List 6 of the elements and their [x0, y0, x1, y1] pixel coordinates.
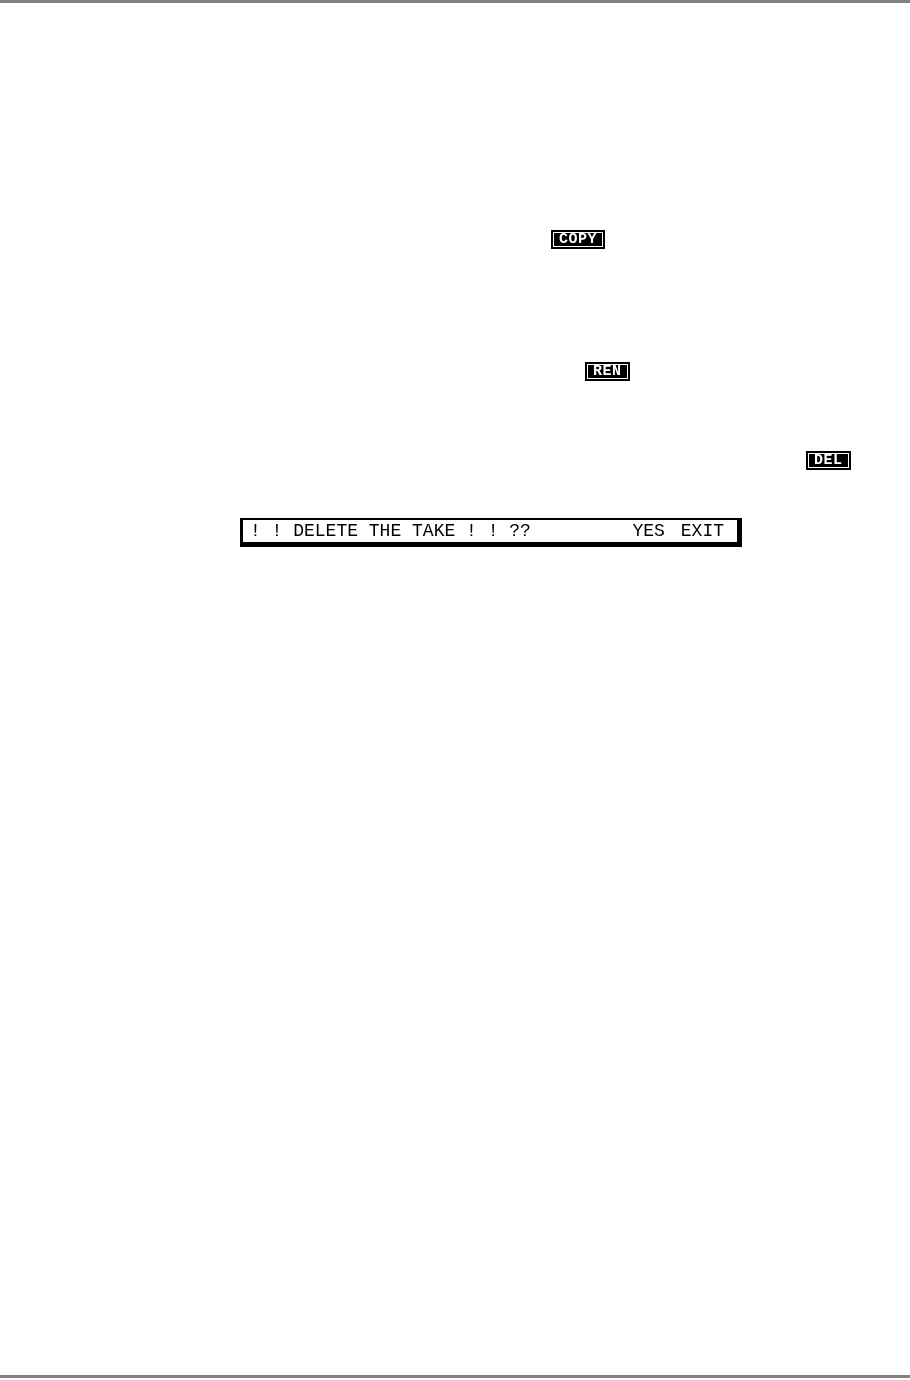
dialog-message: ! ! DELETE THE TAKE ! ! ?? — [250, 521, 531, 541]
dialog-option[interactable]: EXIT — [680, 521, 724, 541]
key-button[interactable]: COPY — [551, 230, 605, 249]
key-button[interactable]: DEL — [806, 451, 851, 470]
dialog-option[interactable]: YES — [632, 521, 665, 541]
key-button[interactable]: REN — [585, 362, 630, 381]
